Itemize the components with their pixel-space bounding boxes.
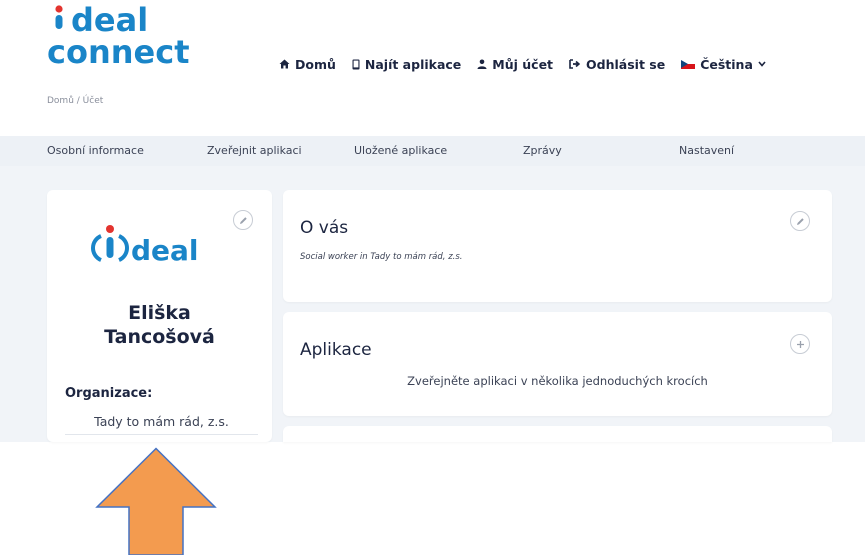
organization-value: Tady to mám rád, z.s. [94,414,229,429]
nav-my-account[interactable]: Můj účet [477,57,553,72]
czech-flag-icon [681,59,696,69]
home-icon [279,59,290,69]
tab-publish-app[interactable]: Zveřejnit aplikaci [207,144,302,157]
about-title: O vás [300,218,349,238]
language-selector[interactable]: Čeština [681,57,766,72]
pencil-icon [239,216,247,224]
sign-out-icon [569,59,581,69]
user-icon [477,59,487,69]
applications-title: Aplikace [300,340,372,360]
breadcrumb: Domů / Účet [47,96,104,106]
about-edit-button[interactable] [790,211,810,231]
applications-text: Zveřejněte aplikaci v několika jednoduch… [407,374,708,388]
about-card: O vás Social worker in Tady to mám rád, … [283,190,832,302]
profile-edit-button[interactable] [233,210,253,230]
nav-home-label: Domů [295,56,336,72]
account-tabs: Osobní informace Zveřejnit aplikaci Ulož… [0,136,865,166]
profile-logo-text: deal [131,234,199,267]
tab-messages[interactable]: Zprávy [523,144,562,157]
nav-find-apps[interactable]: Najít aplikace [352,57,461,72]
plus-icon [796,340,804,348]
nav-logout-label: Odhlásit se [586,56,666,72]
pencil-icon [796,217,804,225]
top-nav: Domů Najít aplikace Můj účet Odhlásit se… [279,54,766,74]
nav-logout[interactable]: Odhlásit se [569,57,665,72]
nav-my-account-label: Můj účet [492,56,554,72]
applications-card: Aplikace Zveřejněte aplikaci v několika … [283,312,832,416]
logo-word-connect: connect [47,33,190,71]
organization-divider [65,434,258,435]
app-logo[interactable]: deal connect [47,1,217,77]
add-application-button[interactable] [790,334,810,354]
profile-first-name: Eliška [128,302,191,324]
tab-saved-apps[interactable]: Uložené aplikace [354,144,447,157]
about-text: Social worker in Tady to mám rád, z.s. [300,252,463,262]
tab-settings[interactable]: Nastavení [679,144,734,157]
organization-label: Organizace: [65,386,153,401]
language-label: Čeština [700,56,753,72]
tab-personal-info[interactable]: Osobní informace [47,144,144,157]
profile-last-name: Tancošová [104,326,215,348]
mobile-icon [352,59,360,70]
nav-find-apps-label: Najít aplikace [364,56,462,72]
nav-home[interactable]: Domů [279,57,336,72]
section-card [283,426,832,442]
chevron-down-icon [758,61,766,67]
logo-i-icon [55,5,63,29]
profile-card: deal Eliška Tancošová Organizace: Tady t… [47,190,272,442]
up-arrow-annotation [95,447,217,555]
